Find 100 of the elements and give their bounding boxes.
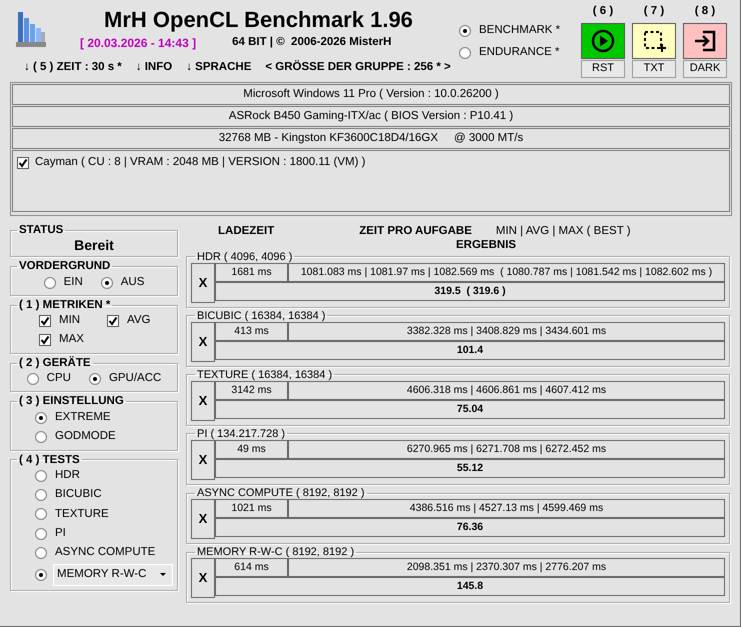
menu-item[interactable]: ↓ SPRACHE — [186, 60, 252, 75]
radio-button[interactable] — [26, 372, 39, 385]
radio-button[interactable] — [35, 412, 47, 424]
check-mark-icon — [40, 316, 50, 326]
load-time: 3142 ms — [215, 380, 288, 400]
small-button[interactable]: RST — [581, 60, 625, 78]
shortcut-number: ( 6 ) — [592, 5, 614, 19]
radio-button[interactable] — [35, 547, 47, 560]
remove-button[interactable]: X — [191, 499, 215, 540]
radio-button[interactable] — [35, 489, 47, 502]
action-button[interactable] — [581, 22, 625, 59]
option-label: HDR — [55, 468, 80, 483]
date-time: [ 20.03.2026 - 14:43 ] — [80, 36, 196, 51]
small-button[interactable]: TXT — [632, 60, 676, 78]
group-title: ( 2 ) GERÄTE — [18, 356, 92, 370]
radio-button[interactable] — [459, 25, 471, 37]
load-time: 1681 ms — [215, 262, 288, 282]
group-title: ( 3 ) EINSTELLUNG — [18, 395, 125, 408]
dropdown[interactable]: MEMORY R-W-C — [53, 564, 173, 586]
checkbox[interactable] — [107, 315, 119, 328]
option-label: EXTREME — [55, 410, 111, 425]
time-values: 6270.965 ms | 6271.708 ms | 6272.452 ms — [288, 440, 725, 459]
column-header: ZEIT PRO AUFGABE — [359, 225, 472, 239]
radio-button[interactable] — [459, 47, 471, 59]
result-value: 75.04 — [215, 400, 725, 419]
test-title: HDR ( 4096, 4096 ) — [196, 250, 294, 263]
status-text: Bereit — [73, 236, 115, 254]
radio-button[interactable] — [35, 528, 47, 540]
dropdown-value: MEMORY R-W-C — [57, 568, 148, 582]
dashed-selection-icon — [642, 28, 666, 53]
remove-button[interactable]: X — [191, 380, 215, 421]
device-label[interactable]: Cayman ( CU : 8 | VRAM : 2048 MB | VERSION : 1800.11 (VM) ) — [35, 156, 366, 170]
radio-button[interactable] — [100, 276, 113, 289]
result-value: 319.5 ( 319.6 ) — [215, 282, 725, 301]
group-title: STATUS — [18, 224, 64, 237]
time-values: 4606.318 ms | 4606.861 ms | 4607.412 ms — [288, 380, 725, 400]
version-info: 64 BIT | © 2006-2026 MisterH — [232, 36, 392, 50]
remove-button[interactable]: X — [191, 440, 215, 480]
radio-button[interactable] — [35, 568, 47, 581]
menu-item[interactable]: ↓ ( 5 ) ZEIT : 30 s * — [24, 60, 122, 75]
group-title: VORDERGRUND — [18, 260, 112, 274]
check-mark-icon — [40, 335, 50, 346]
app-title: MrH OpenCL Benchmark 1.96 — [104, 7, 413, 34]
load-time: 614 ms — [215, 558, 288, 578]
exit-icon — [693, 28, 717, 53]
option-label: GODMODE — [55, 430, 116, 444]
radio-button[interactable] — [35, 470, 47, 482]
menu-item[interactable]: ↓ INFO — [136, 60, 172, 75]
result-value: 145.8 — [215, 577, 725, 596]
system-info: Microsoft Windows 11 Pro ( Version : 10.0.26200 ) — [12, 84, 730, 105]
mode-label: ENDURANCE * — [479, 46, 560, 60]
time-values: 2098.351 ms | 2370.307 ms | 2776.207 ms — [288, 558, 725, 578]
checkbox[interactable] — [39, 315, 51, 328]
play-icon — [591, 28, 615, 53]
group-title: ( 4 ) TESTS — [18, 454, 81, 466]
load-time: 413 ms — [215, 322, 288, 341]
test-title: TEXTURE ( 16384, 16384 ) — [196, 368, 334, 381]
option-label: MIN — [59, 314, 80, 328]
column-header: MIN | AVG | MAX ( BEST ) — [496, 225, 631, 239]
option-label: TEXTURE — [55, 508, 109, 522]
check-mark-icon — [108, 316, 118, 326]
column-header: LADEZEIT — [218, 225, 274, 239]
shortcut-number: ( 8 ) — [694, 5, 716, 19]
remove-button[interactable]: X — [191, 262, 215, 303]
option-label: MAX — [59, 333, 84, 348]
test-title: PI ( 134.217.728 ) — [196, 428, 286, 440]
radio-button[interactable] — [88, 372, 101, 385]
time-values: 1081.083 ms | 1081.97 ms | 1082.569 ms ( 1080.787 ms | 1081.542 ms | 1082.602 ms ) — [288, 262, 725, 282]
time-values: 4386.516 ms | 4527.13 ms | 4599.469 ms — [288, 499, 725, 518]
radio-button[interactable] — [44, 276, 56, 289]
option-label: ASYNC COMPUTE — [55, 546, 156, 560]
shortcut-number: ( 7 ) — [644, 5, 664, 19]
option-label: AUS — [120, 276, 144, 290]
test-title: BICUBIC ( 16384, 16384 ) — [196, 310, 326, 322]
system-info: ASRock B450 Gaming-ITX/ac ( BIOS Version : P10.41 ) — [12, 106, 730, 127]
option-label: BICUBIC — [55, 488, 102, 502]
column-header: ERGEBNIS — [456, 238, 516, 253]
check-mark-icon — [18, 158, 28, 168]
small-button[interactable]: DARK — [683, 60, 727, 78]
remove-button[interactable]: X — [191, 558, 215, 598]
group-title: ( 1 ) METRIKEN * — [18, 299, 112, 312]
time-values: 3382.328 ms | 3408.829 ms | 3434.601 ms — [288, 322, 725, 341]
option-label: GPU/ACC — [108, 372, 162, 386]
caret-icon — [160, 573, 166, 576]
radio-button[interactable] — [35, 430, 47, 443]
load-time: 49 ms — [215, 440, 288, 459]
action-button[interactable] — [632, 22, 676, 59]
result-value: 101.4 — [215, 340, 725, 360]
test-title: MEMORY R-W-C ( 8192, 8192 ) — [196, 546, 356, 558]
option-label: CPU — [46, 372, 71, 386]
option-label: EIN — [64, 276, 83, 290]
mode-label: BENCHMARK * — [479, 24, 560, 38]
remove-button[interactable]: X — [191, 322, 215, 362]
checkbox[interactable] — [39, 334, 51, 346]
checkbox[interactable] — [17, 156, 29, 168]
menu-item[interactable]: < GRÖSSE DER GRUPPE : 256 * > — [265, 60, 451, 75]
radio-button[interactable] — [35, 508, 47, 520]
load-time: 1021 ms — [215, 499, 288, 518]
option-label: PI — [55, 526, 66, 541]
action-button[interactable] — [683, 22, 727, 59]
